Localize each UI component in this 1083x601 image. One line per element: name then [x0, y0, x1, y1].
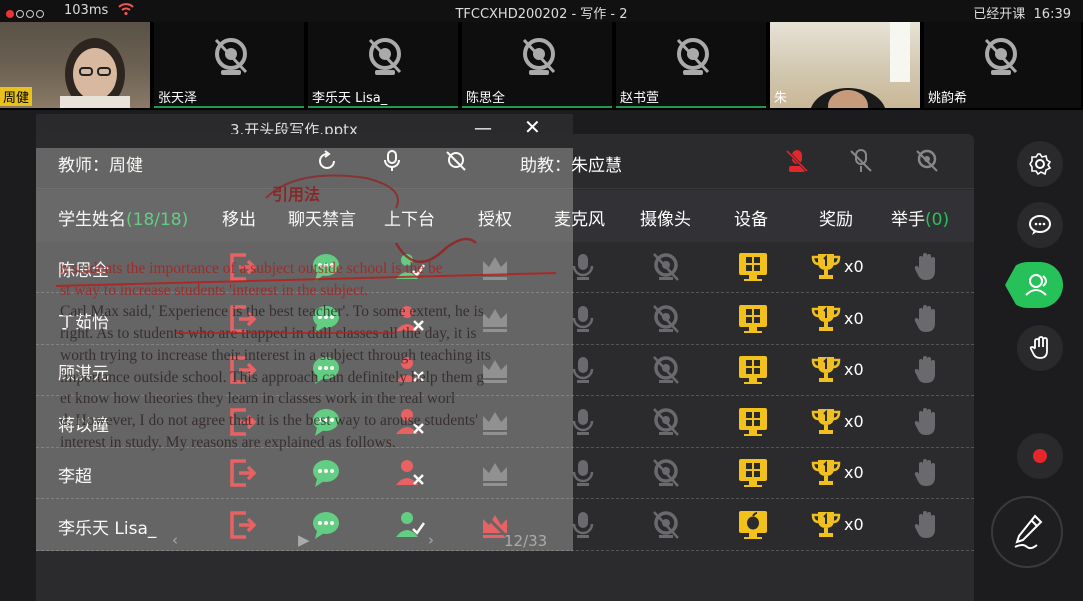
windows-device-icon: [737, 354, 769, 386]
apple-device-icon: [737, 509, 769, 541]
windows-device-icon: [737, 457, 769, 489]
settings-button[interactable]: [1017, 141, 1063, 187]
video-tile[interactable]: 朱: [770, 22, 922, 140]
class-status-label: 已经开课: [973, 7, 1026, 22]
pen-tool-button[interactable]: [991, 496, 1063, 568]
hand-raise-icon: [910, 457, 942, 489]
hand-raise-icon: [910, 354, 942, 386]
video-tile-name: 陈思全: [466, 91, 506, 106]
tile-audio-bar: [308, 106, 458, 108]
camera-off-icon[interactable]: [650, 509, 682, 541]
video-tile-name: 周健: [0, 87, 33, 106]
camera-off-icon: [984, 38, 1018, 75]
hand-icon: [1029, 336, 1048, 359]
video-tile[interactable]: 李乐天 Lisa_: [308, 22, 460, 108]
video-tile-name: 李乐天 Lisa_: [312, 91, 388, 106]
reward-count: x0: [844, 308, 864, 328]
student-list-button[interactable]: [1005, 262, 1063, 308]
hand-raise-icon: [910, 251, 942, 283]
slide-annotations: [55, 174, 557, 334]
camera-off-icon: [368, 38, 402, 75]
windows-device-icon: [737, 303, 769, 335]
video-tile-name: 张天泽: [158, 91, 198, 106]
reward-count: x0: [844, 463, 864, 482]
mic-off-all-icon[interactable]: [848, 148, 874, 174]
record-button[interactable]: [1017, 433, 1063, 479]
trophy-icon[interactable]: [810, 457, 842, 489]
trophy-icon[interactable]: [810, 303, 842, 335]
camera-off-icon[interactable]: [650, 406, 682, 438]
camera-off-icon[interactable]: [650, 457, 682, 489]
camera-off-icon[interactable]: [650, 251, 682, 283]
class-status: 已经开课 16:39: [973, 3, 1071, 22]
hand-raise-icon: [910, 406, 942, 438]
video-tile[interactable]: 赵书萱: [616, 22, 768, 108]
mute-all-icon[interactable]: [784, 148, 810, 174]
hand-raise-icon: [910, 303, 942, 335]
gear-icon: [1029, 153, 1052, 176]
reward-count: x0: [844, 257, 864, 276]
camera-off-icon: [522, 38, 556, 75]
windows-device-icon: [737, 406, 769, 438]
hand-raise-header: 举手: [891, 210, 925, 230]
window-title: TFCCXHD200202 - 写作 - 2: [455, 7, 628, 22]
column-header-camera: 摄像头: [640, 210, 691, 230]
video-tile[interactable]: 张天泽: [154, 22, 306, 108]
hand-raise-button[interactable]: [1017, 325, 1063, 371]
status-bar: 103ms TFCCXHD200202 - 写作 - 2 已经开课 16:39: [0, 0, 1083, 22]
camera-off-icon[interactable]: [650, 354, 682, 386]
hand-raise-count: (0): [925, 210, 950, 230]
hand-raise-icon: [910, 509, 942, 541]
camera-off-all-icon[interactable]: [914, 148, 940, 174]
trophy-icon[interactable]: [810, 354, 842, 386]
reward-count: x0: [844, 514, 864, 534]
video-tile-name: 姚韵希: [928, 91, 968, 106]
camera-off-icon: [676, 38, 710, 75]
tile-audio-bar: [462, 106, 612, 108]
column-header-reward: 奖励: [819, 210, 853, 230]
column-header-hand-raise: 举手(0): [891, 205, 949, 230]
pen-icon: [1014, 514, 1043, 550]
reward-count: x0: [844, 360, 864, 379]
windows-device-icon: [737, 251, 769, 283]
chat-icon: [1029, 215, 1051, 235]
chat-button[interactable]: [1017, 202, 1063, 248]
slide-footer: ‹ ▶ › 12/33: [36, 530, 573, 554]
classroom-app: 103ms TFCCXHD200202 - 写作 - 2 已经开课 16:39 …: [0, 0, 1083, 601]
column-header-device: 设备: [734, 210, 768, 230]
video-strip: 周健 张天泽 李乐天 Lisa_ 陈思全 赵书萱 朱 姚韵希: [0, 22, 1083, 140]
tile-audio-bar: [154, 106, 304, 108]
trophy-icon[interactable]: [810, 406, 842, 438]
camera-off-icon[interactable]: [650, 303, 682, 335]
page-indicator: 12/33: [504, 532, 548, 550]
play-icon[interactable]: ▶: [298, 531, 310, 549]
camera-off-icon: [214, 38, 248, 75]
video-tile-name: 朱: [774, 91, 788, 106]
reward-count: x0: [844, 411, 864, 431]
clock: 16:39: [1033, 7, 1071, 22]
student-video-feed: [810, 22, 910, 140]
video-tile-name: 赵书萱: [620, 91, 660, 106]
tile-audio-bar: [616, 106, 766, 108]
trophy-icon[interactable]: [810, 251, 842, 283]
video-tile[interactable]: 周健: [0, 22, 152, 110]
video-tile[interactable]: 姚韵希: [924, 22, 1083, 108]
prev-page-icon[interactable]: ‹: [172, 531, 178, 549]
users-icon: [1025, 274, 1047, 296]
record-icon: [1033, 449, 1047, 463]
next-page-icon[interactable]: ›: [428, 531, 434, 549]
trophy-icon[interactable]: [810, 509, 842, 541]
video-tile[interactable]: 陈思全: [462, 22, 614, 108]
